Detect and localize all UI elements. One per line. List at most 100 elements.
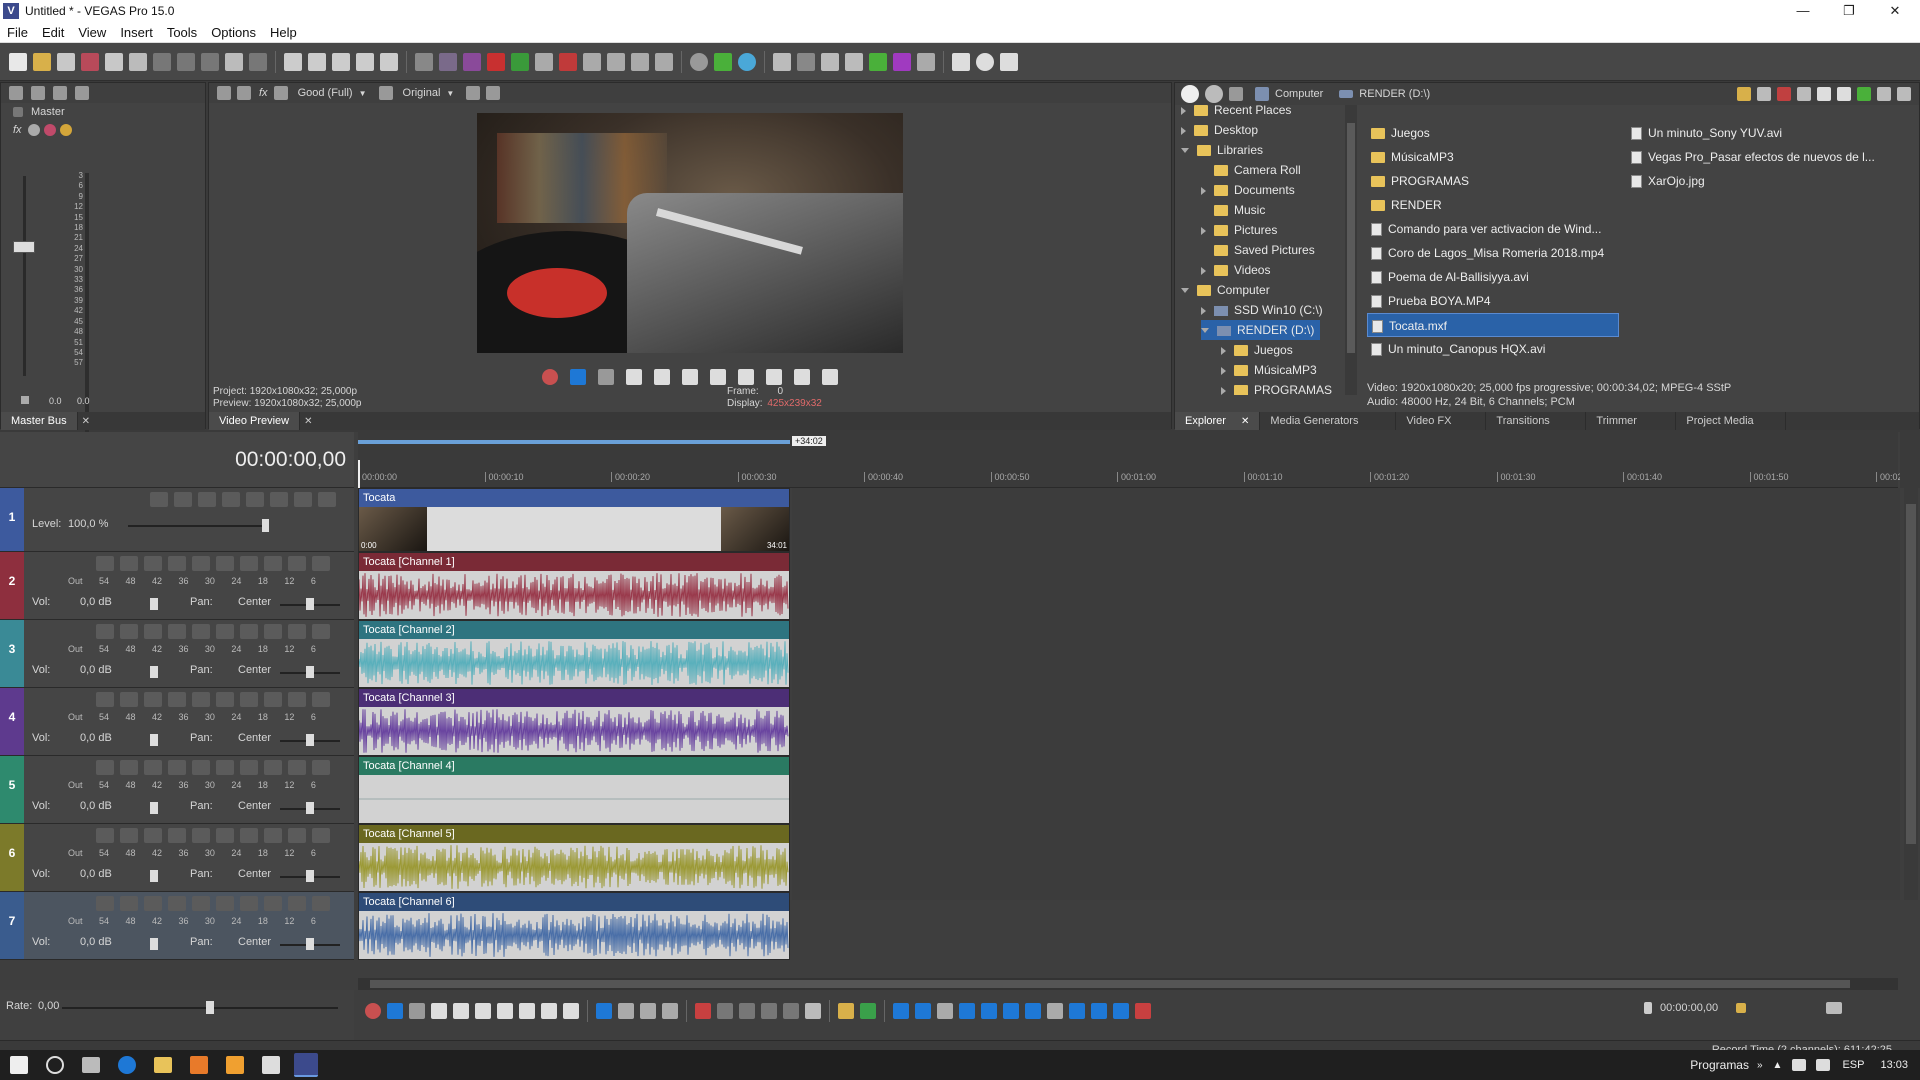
monitor-icon[interactable] xyxy=(168,556,186,571)
file-item[interactable]: Un minuto_Canopus HQX.avi xyxy=(1367,337,1619,361)
vlc-icon[interactable] xyxy=(190,1056,208,1074)
timecode-display[interactable]: 00:00:00,00 xyxy=(235,448,346,472)
delete-button[interactable] xyxy=(695,1003,711,1019)
snap-button[interactable] xyxy=(893,1003,909,1019)
stop-button[interactable] xyxy=(475,1003,491,1019)
tab-explorer[interactable]: Explorer ✕ xyxy=(1175,412,1261,430)
stop-button[interactable] xyxy=(682,369,698,385)
expand-icon[interactable] xyxy=(150,492,168,507)
snap-icon[interactable] xyxy=(415,52,433,71)
envelope-tool-button[interactable] xyxy=(618,1003,634,1019)
file-item[interactable]: Vegas Pro_Pasar efectos de nuevos de l..… xyxy=(1627,145,1879,169)
back-icon[interactable] xyxy=(1181,85,1199,103)
tree-item[interactable]: Recent Places xyxy=(1181,105,1291,120)
bypass-icon[interactable] xyxy=(59,124,72,136)
preview-device-icon[interactable] xyxy=(237,86,251,100)
audio-track-header[interactable]: 7 Out 54 48 42 36 30 24 18 12 6 Vol: 0,0 dB Pan: Cente… xyxy=(0,892,354,960)
app-icon[interactable] xyxy=(226,1056,244,1074)
bypass-track-icon[interactable] xyxy=(312,896,330,911)
menu-view[interactable]: View xyxy=(71,25,113,40)
expander-icon[interactable] xyxy=(1201,328,1209,334)
trim-icon[interactable] xyxy=(559,52,577,71)
mute-icon[interactable] xyxy=(198,492,216,507)
bypass-track-icon[interactable] xyxy=(312,556,330,571)
pause-button[interactable] xyxy=(654,369,670,385)
window-toggle-icon[interactable] xyxy=(1826,1002,1843,1014)
insert-region-button[interactable] xyxy=(860,1003,876,1019)
track-fx-icon[interactable] xyxy=(240,760,258,775)
menu-tools[interactable]: Tools xyxy=(160,25,204,40)
audio-clip[interactable]: Tocata [Channel 1] xyxy=(358,552,790,620)
pan-slider-handle[interactable] xyxy=(306,734,314,746)
ignore-grouping-button[interactable] xyxy=(981,1003,997,1019)
solo-icon[interactable] xyxy=(288,760,306,775)
copy-icon[interactable] xyxy=(177,52,195,71)
copy-snapshot-icon[interactable] xyxy=(466,86,481,100)
tree-item[interactable]: Saved Pictures xyxy=(1201,240,1315,260)
pan-crop-button[interactable] xyxy=(1025,1003,1041,1019)
playhead[interactable] xyxy=(358,460,360,488)
menu-insert[interactable]: Insert xyxy=(113,25,160,40)
expander-icon[interactable] xyxy=(1221,346,1226,355)
expand-icon[interactable] xyxy=(96,556,114,571)
expander-icon[interactable] xyxy=(1181,288,1189,294)
split-screen-icon[interactable] xyxy=(273,86,288,100)
overlays-icon[interactable] xyxy=(378,86,393,100)
preview-mode-select[interactable]: Original xyxy=(403,87,441,99)
automation-icon[interactable] xyxy=(264,828,282,843)
arm-record-icon[interactable] xyxy=(144,760,162,775)
invert-icon[interactable] xyxy=(216,692,234,707)
expander-icon[interactable] xyxy=(1201,186,1206,195)
arm-record-icon[interactable] xyxy=(144,556,162,571)
track-fx-icon[interactable] xyxy=(240,692,258,707)
track-fx-icon[interactable] xyxy=(240,556,258,571)
close-icon[interactable]: ✕ xyxy=(82,416,90,427)
monitor-icon[interactable] xyxy=(168,760,186,775)
master-fader-handle[interactable] xyxy=(13,241,35,253)
selection-tool-button[interactable] xyxy=(640,1003,656,1019)
group-icon[interactable] xyxy=(511,52,529,71)
solo-icon[interactable] xyxy=(288,624,306,639)
master-toggle-icon[interactable] xyxy=(13,107,23,117)
mute-icon[interactable] xyxy=(192,828,210,843)
vol-slider-handle[interactable] xyxy=(150,666,158,678)
expander-icon[interactable] xyxy=(1201,306,1206,315)
trim-end-button[interactable] xyxy=(761,1003,777,1019)
record-button[interactable] xyxy=(542,369,558,385)
collapse-icon[interactable] xyxy=(31,86,45,100)
automation-icon[interactable] xyxy=(264,692,282,707)
file-item[interactable]: XarOjo.jpg xyxy=(1627,169,1879,193)
level-slider[interactable] xyxy=(128,525,268,527)
track-motion-button[interactable] xyxy=(1069,1003,1085,1019)
tree-item[interactable]: Camera Roll xyxy=(1201,160,1301,180)
menu-edit[interactable]: Edit xyxy=(35,25,71,40)
auto-preview-icon[interactable] xyxy=(1857,87,1871,101)
curve-icon[interactable] xyxy=(845,52,863,71)
fx-icon[interactable]: fx xyxy=(13,124,22,136)
tree-item[interactable]: PROGRAMAS xyxy=(1221,380,1332,395)
audio-clip[interactable]: Tocata [Channel 5] xyxy=(358,824,790,892)
tab-transitions[interactable]: Transitions xyxy=(1486,412,1587,430)
invert-icon[interactable] xyxy=(216,828,234,843)
audio-track-header[interactable]: 4 Out 54 48 42 36 30 24 18 12 6 Vol: 0,0 dB Pan: Cente… xyxy=(0,688,354,756)
tab-master-bus[interactable]: Master Bus xyxy=(1,412,78,430)
menu-help[interactable]: Help xyxy=(263,25,304,40)
minimize-button[interactable]: — xyxy=(1780,0,1826,22)
invert-icon[interactable] xyxy=(216,760,234,775)
vol-slider-handle[interactable] xyxy=(150,802,158,814)
mute-icon[interactable] xyxy=(192,624,210,639)
file-item[interactable]: MúsicaMP3 xyxy=(1367,145,1619,169)
region-icon[interactable] xyxy=(607,52,625,71)
arm-record-icon[interactable] xyxy=(144,828,162,843)
solo-icon[interactable] xyxy=(294,492,312,507)
automation-icon[interactable] xyxy=(264,624,282,639)
views-icon[interactable] xyxy=(1897,87,1911,101)
timeline-empty-area[interactable] xyxy=(792,488,1900,900)
audio-clip[interactable]: Tocata [Channel 4] xyxy=(358,756,790,824)
monitor-icon[interactable] xyxy=(168,896,186,911)
audio-clip[interactable]: Tocata [Channel 3] xyxy=(358,688,790,756)
invert-icon[interactable] xyxy=(216,624,234,639)
collapse-track-icon[interactable] xyxy=(120,760,138,775)
track-fx-icon[interactable] xyxy=(246,492,264,507)
expander-icon[interactable] xyxy=(1201,226,1206,235)
